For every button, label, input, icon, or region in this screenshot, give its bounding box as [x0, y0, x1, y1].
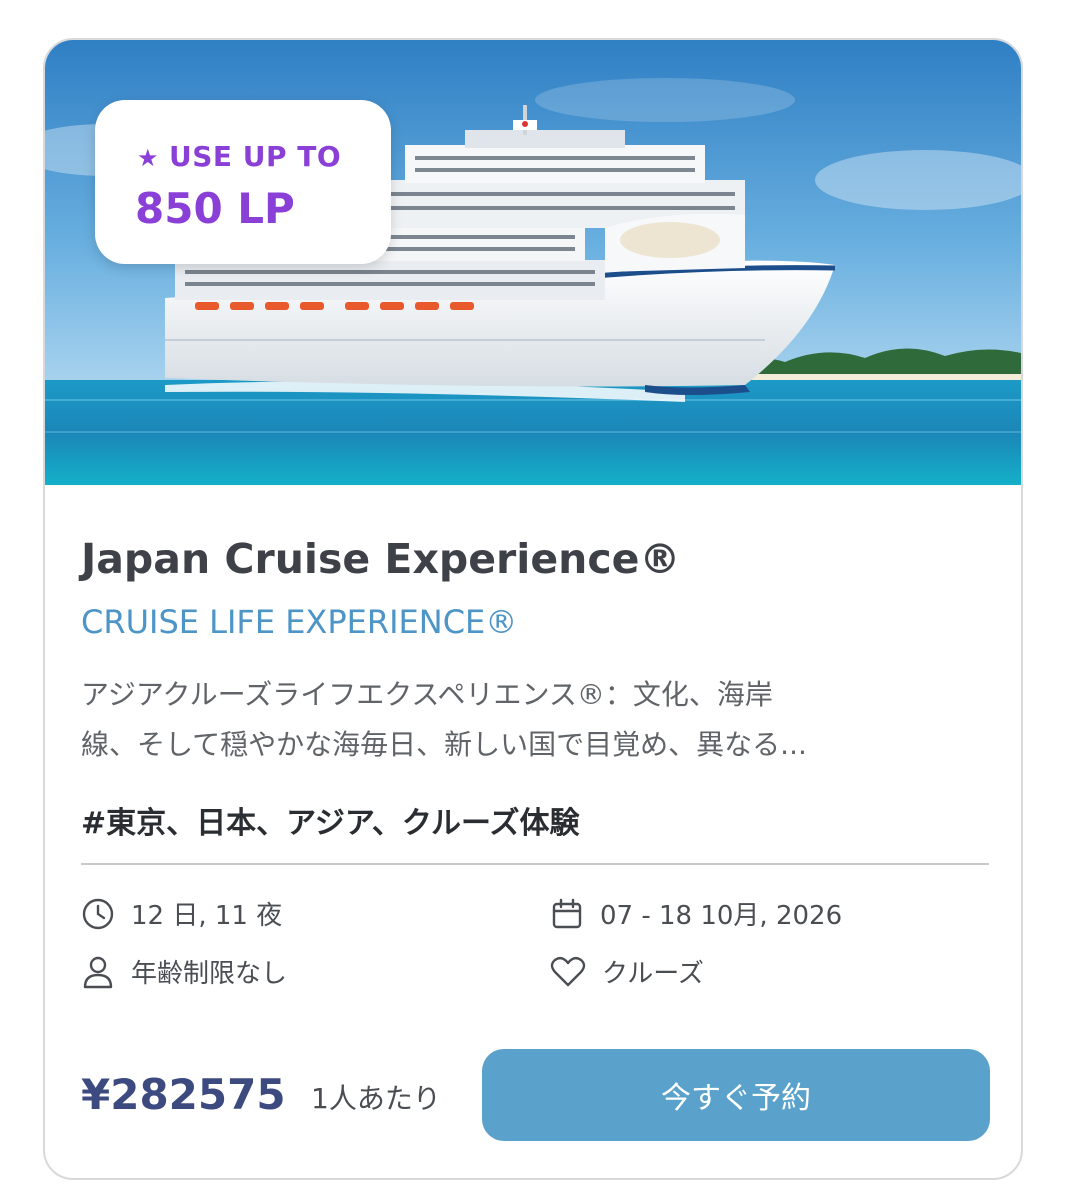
book-now-button[interactable]: 今すぐ予約	[482, 1049, 990, 1141]
badge-label: USE UP TO	[169, 140, 342, 173]
heart-icon	[550, 956, 586, 986]
category-info: クルーズ	[550, 953, 704, 990]
dates-info: 07 - 18 10月, 2026	[550, 895, 842, 932]
price: ¥282575	[81, 1070, 286, 1119]
divider	[81, 863, 989, 865]
card-tags: #東京、日本、アジア、クルーズ体験	[81, 806, 580, 841]
card-description: アジアクルーズライフエクスペリエンス®：文化、海岸 線、そして穏やかな海毎日、新…	[81, 670, 981, 770]
description-line-1: アジアクルーズライフエクスペリエンス®：文化、海岸	[81, 678, 773, 711]
dates-text: 07 - 18 10月, 2026	[600, 901, 843, 931]
duration-text: 12 日, 11 夜	[131, 901, 283, 931]
person-icon	[83, 956, 113, 988]
card-title[interactable]: Japan Cruise Experience®	[81, 535, 680, 583]
description-line-2: 線、そして穏やかな海毎日、新しい国で目覚め、異なる...	[81, 728, 807, 761]
age-text: 年齢制限なし	[131, 959, 288, 989]
calendar-icon	[552, 898, 582, 928]
badge-value: 850 LP	[135, 184, 295, 233]
clock-icon	[82, 898, 114, 929]
age-info: 年齢制限なし	[81, 953, 287, 990]
star-icon: ★	[137, 144, 160, 172]
points-badge: ★ USE UP TO 850 LP	[95, 100, 391, 264]
category-text: クルーズ	[602, 959, 704, 989]
per-person-label: 1人あたり	[311, 1082, 441, 1115]
cruise-card[interactable]: ★ USE UP TO 850 LP Japan Cruise Experienc…	[43, 38, 1023, 1180]
card-subtitle: CRUISE LIFE EXPERIENCE®	[81, 603, 518, 641]
duration-info: 12 日, 11 夜	[81, 895, 282, 932]
